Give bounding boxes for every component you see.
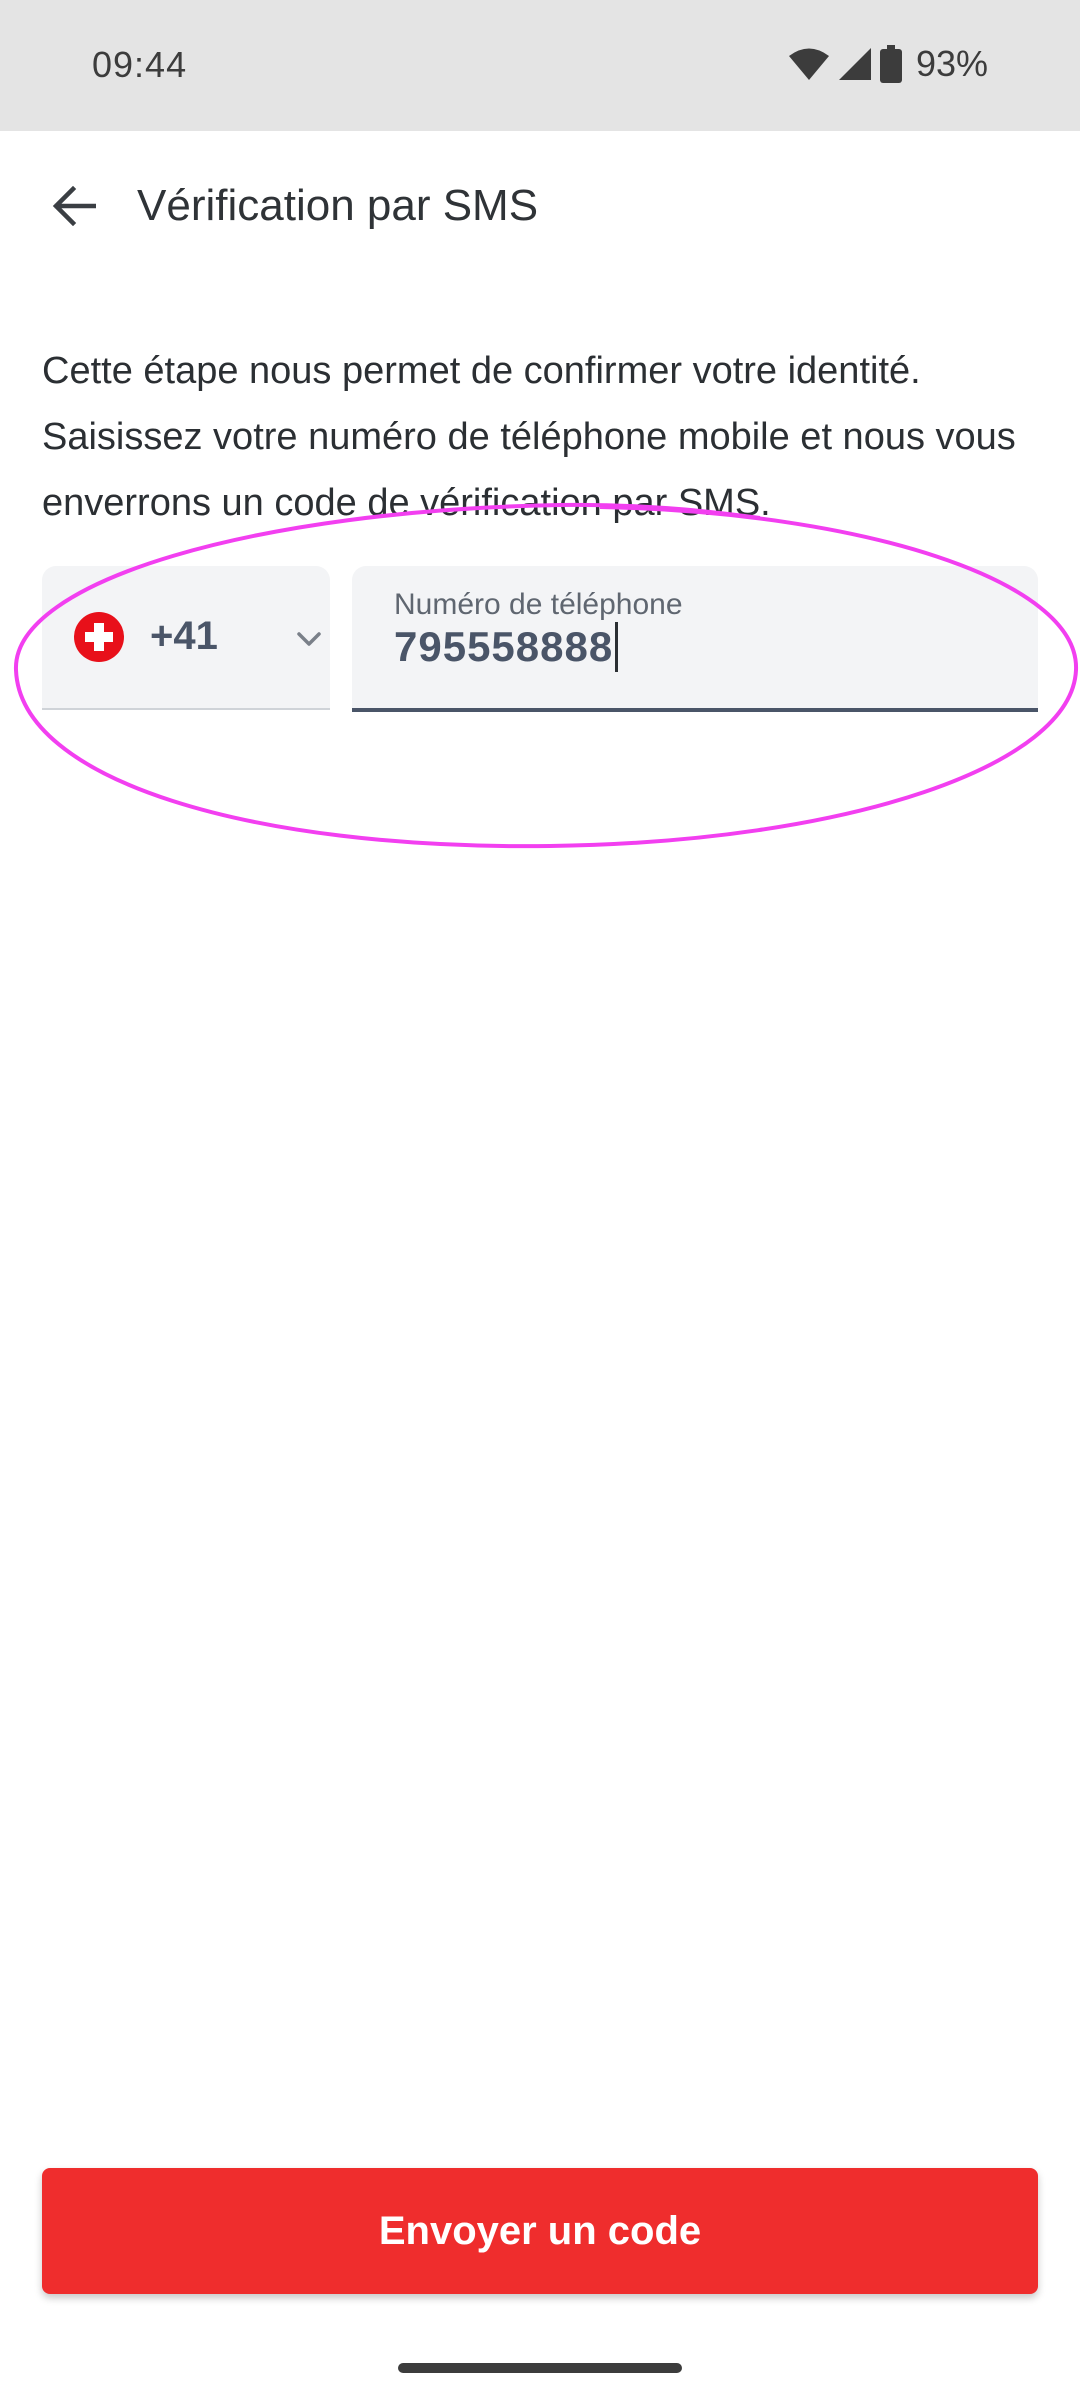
status-icons: 93% (788, 40, 988, 88)
home-indicator[interactable] (398, 2363, 682, 2373)
arrow-left-icon (52, 186, 96, 226)
phone-number-label: Numéro de téléphone (394, 588, 683, 621)
phone-number-value-wrap: 795558888 (394, 622, 619, 672)
wifi-icon (788, 48, 829, 80)
dial-code: +41 (150, 614, 218, 658)
phone-number-input[interactable]: Numéro de téléphone 795558888 (352, 566, 1038, 712)
send-code-button[interactable]: Envoyer un code (42, 2168, 1038, 2294)
page-title: Vérification par SMS (137, 181, 539, 230)
phone-number-value: 795558888 (394, 623, 614, 670)
status-bar: 09:44 93% (0, 0, 1080, 131)
app-bar: Vérification par SMS (0, 131, 1080, 281)
text-cursor (615, 622, 619, 672)
status-time: 09:44 (92, 44, 188, 85)
signal-icon (838, 48, 871, 80)
battery-icon (879, 45, 902, 83)
battery-percentage: 93% (915, 43, 988, 84)
chevron-down-icon (297, 632, 321, 646)
country-code-selector[interactable]: +41 (42, 566, 330, 710)
back-button[interactable] (36, 168, 112, 244)
description-text: Cette étape nous permet de confirmer vot… (42, 350, 1016, 524)
swiss-flag-icon (74, 612, 124, 662)
